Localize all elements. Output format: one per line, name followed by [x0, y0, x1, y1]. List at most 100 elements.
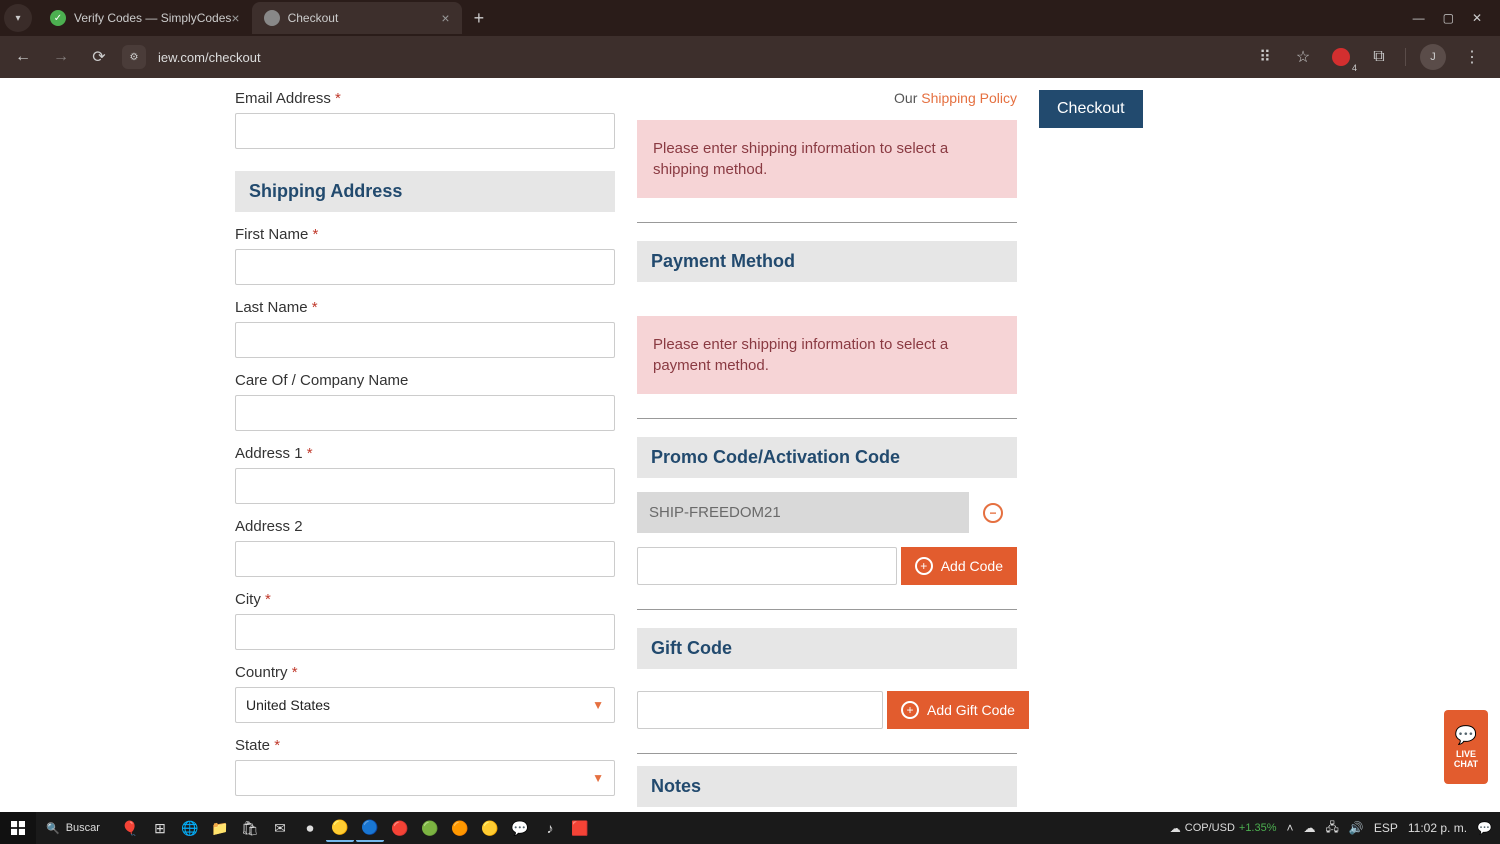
search-icon: 🔍 — [46, 822, 60, 835]
taskbar-record-icon[interactable]: ⏺ — [296, 814, 324, 842]
gift-code-header: Gift Code — [637, 628, 1017, 669]
taskbar-chrome6-icon[interactable]: 🟡 — [476, 814, 504, 842]
chevron-down-icon: ▼ — [592, 698, 604, 712]
close-icon[interactable]: × — [231, 10, 239, 26]
favicon-simplycodes: ✓ — [50, 10, 66, 26]
close-icon[interactable]: × — [441, 10, 449, 26]
search-placeholder: Buscar — [66, 822, 100, 834]
windows-icon — [11, 821, 25, 835]
tab-title: Verify Codes — SimplyCodes — [74, 11, 231, 25]
tab-checkout[interactable]: Checkout × — [252, 2, 462, 34]
taskbar-search[interactable]: 🔍 Buscar — [36, 822, 110, 835]
favicon-checkout — [264, 10, 280, 26]
care-of-label: Care Of / Company Name — [235, 372, 615, 389]
address1-label: Address 1 * — [235, 445, 615, 462]
first-name-field[interactable] — [235, 249, 615, 285]
section-divider — [637, 753, 1017, 754]
country-select[interactable]: United States ▼ — [235, 687, 615, 723]
live-chat-button[interactable]: 💬 LIVECHAT — [1444, 710, 1488, 784]
extension-badge[interactable]: 4 — [1329, 45, 1353, 69]
checkout-form: Email Address * Shipping Address First N… — [235, 78, 1265, 812]
taskbar-chrome5-icon[interactable]: 🟠 — [446, 814, 474, 842]
tray-language[interactable]: ESP — [1374, 821, 1398, 835]
payment-alert: Please enter shipping information to sel… — [637, 316, 1017, 394]
add-code-button[interactable]: + Add Code — [901, 547, 1017, 585]
last-name-field[interactable] — [235, 322, 615, 358]
taskbar-apps: 🎈 ⊞ 🌐 📁 🛍 ✉ ⏺ 🟡 🔵 🔴 🟢 🟠 🟡 💬 ♪ 🟥 — [116, 814, 594, 842]
payment-method-header: Payment Method — [637, 241, 1017, 282]
gift-code-input[interactable] — [637, 691, 883, 729]
windows-taskbar: 🔍 Buscar 🎈 ⊞ 🌐 📁 🛍 ✉ ⏺ 🟡 🔵 🔴 🟢 🟠 🟡 💬 ♪ 🟥… — [0, 812, 1500, 844]
address1-field[interactable] — [235, 468, 615, 504]
add-gift-code-button[interactable]: + Add Gift Code — [887, 691, 1029, 729]
plus-circle-icon: + — [915, 557, 933, 575]
tray-onedrive-icon[interactable]: ☁ — [1304, 821, 1316, 835]
extensions-icon[interactable]: ⧉ — [1367, 45, 1391, 69]
browser-tab-strip: ▾ ✓ Verify Codes — SimplyCodes × Checkou… — [0, 0, 1500, 36]
email-field[interactable] — [235, 113, 615, 149]
extension-dot-icon — [1332, 48, 1350, 66]
tab-title: Checkout — [288, 11, 339, 25]
state-label: State * — [235, 737, 615, 754]
new-tab-button[interactable]: + — [462, 8, 497, 29]
section-divider — [637, 609, 1017, 610]
taskbar-app-icon[interactable]: 🟥 — [566, 814, 594, 842]
column-payment: Our Shipping Policy Please enter shippin… — [637, 90, 1017, 807]
profile-avatar[interactable]: J — [1420, 44, 1446, 70]
taskbar-tiktok-icon[interactable]: ♪ — [536, 814, 564, 842]
tray-chevron-icon[interactable]: ˄ — [1287, 821, 1294, 835]
plus-circle-icon: + — [901, 701, 919, 719]
forward-button[interactable]: → — [46, 42, 76, 72]
currency-ticker[interactable]: ☁ COP/USD +1.35% — [1170, 822, 1277, 835]
taskbar-store-icon[interactable]: 🛍 — [236, 814, 264, 842]
menu-icon[interactable]: ⋮ — [1460, 45, 1484, 69]
taskbar-chrome4-icon[interactable]: 🟢 — [416, 814, 444, 842]
section-divider — [637, 418, 1017, 419]
tray-network-icon[interactable]: 🖧 — [1326, 818, 1339, 839]
page-viewport[interactable]: Email Address * Shipping Address First N… — [0, 78, 1500, 812]
gift-code-row: + Add Gift Code — [637, 691, 1017, 729]
address-bar[interactable]: iew.com/checkout — [158, 50, 1245, 65]
email-label: Email Address * — [235, 90, 615, 107]
shipping-policy-link[interactable]: Shipping Policy — [921, 90, 1017, 106]
taskbar-chrome3-icon[interactable]: 🔴 — [386, 814, 414, 842]
country-value: United States — [246, 697, 330, 713]
tray-notifications-icon[interactable]: 💬 — [1477, 821, 1492, 835]
translate-icon[interactable]: ⠿ — [1253, 45, 1277, 69]
taskbar-explorer-icon[interactable]: 📁 — [206, 814, 234, 842]
minimize-icon[interactable]: ― — [1413, 11, 1425, 25]
taskbar-weather-icon[interactable]: 🎈 — [116, 814, 144, 842]
tab-search-dropdown[interactable]: ▾ — [4, 4, 32, 32]
tab-simplycodes[interactable]: ✓ Verify Codes — SimplyCodes × — [38, 2, 252, 34]
start-button[interactable] — [0, 812, 36, 844]
taskbar-edge-icon[interactable]: 🌐 — [176, 814, 204, 842]
cloud-icon: ☁ — [1170, 822, 1181, 835]
remove-promo-button[interactable]: − — [983, 503, 1003, 523]
taskbar-chrome-icon[interactable]: 🟡 — [326, 814, 354, 842]
bookmark-icon[interactable]: ☆ — [1291, 45, 1315, 69]
chat-icon: 💬 — [1455, 725, 1477, 746]
close-window-icon[interactable]: ✕ — [1472, 11, 1482, 25]
taskbar-mail-icon[interactable]: ✉ — [266, 814, 294, 842]
taskbar-taskview-icon[interactable]: ⊞ — [146, 814, 174, 842]
reload-button[interactable]: ⟳ — [84, 42, 114, 72]
site-info-icon[interactable]: ⚙ — [122, 45, 146, 69]
taskbar-chrome2-icon[interactable]: 🔵 — [356, 814, 384, 842]
tray-clock[interactable]: 11:02 p. m. — [1408, 821, 1467, 835]
back-button[interactable]: ← — [8, 42, 38, 72]
state-select[interactable]: ▼ — [235, 760, 615, 796]
tray-volume-icon[interactable]: 🔊 — [1349, 821, 1364, 835]
live-chat-label: LIVECHAT — [1454, 750, 1478, 770]
last-name-label: Last Name * — [235, 299, 615, 316]
address2-label: Address 2 — [235, 518, 615, 535]
notes-header: Notes — [637, 766, 1017, 807]
city-field[interactable] — [235, 614, 615, 650]
care-of-field[interactable] — [235, 395, 615, 431]
add-code-label: Add Code — [941, 558, 1003, 574]
address2-field[interactable] — [235, 541, 615, 577]
maximize-icon[interactable]: ▢ — [1443, 11, 1454, 25]
promo-code-input[interactable] — [637, 547, 897, 585]
taskbar-whatsapp-icon[interactable]: 💬 — [506, 814, 534, 842]
checkout-button[interactable]: Checkout — [1039, 90, 1143, 128]
extension-count: 4 — [1352, 63, 1357, 73]
